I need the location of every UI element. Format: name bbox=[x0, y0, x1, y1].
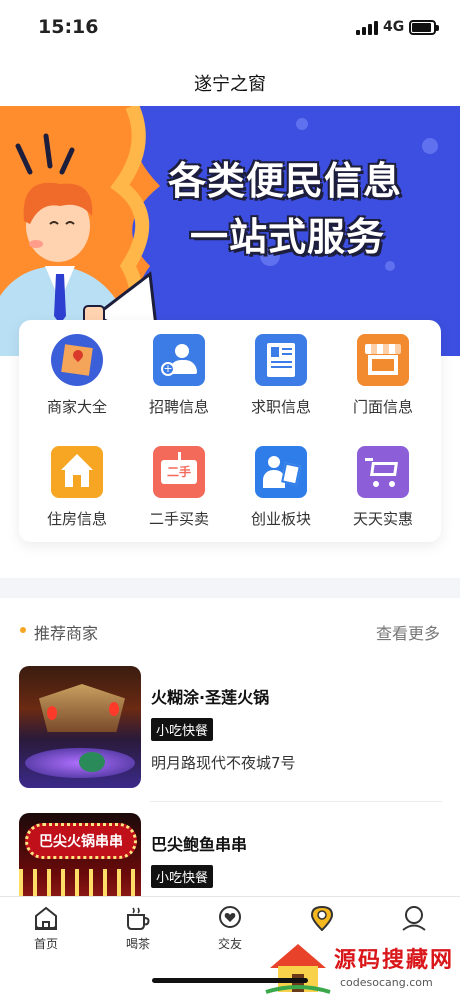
service-housing[interactable]: 住房信息 bbox=[27, 446, 127, 529]
service-label: 求职信息 bbox=[250, 398, 311, 416]
resume-icon bbox=[255, 334, 307, 386]
signal-icon bbox=[356, 21, 378, 35]
home-icon bbox=[32, 905, 60, 931]
entrepreneur-icon bbox=[255, 446, 307, 498]
map-icon bbox=[51, 334, 103, 386]
merchant-name: 巴尖鲍鱼串串 bbox=[151, 835, 248, 854]
watermark: 源码搜藏网 codesocang.com bbox=[262, 938, 460, 996]
storefront-icon bbox=[357, 334, 409, 386]
service-jobs[interactable]: + 招聘信息 bbox=[129, 334, 229, 417]
list-divider bbox=[150, 801, 442, 802]
service-label: 二手买卖 bbox=[148, 510, 209, 528]
heart-chat-icon bbox=[216, 905, 244, 931]
service-merchants[interactable]: 商家大全 bbox=[27, 334, 127, 417]
section-dot bbox=[20, 627, 26, 633]
merchant-card[interactable]: 火糊涂·圣莲火锅 小吃快餐 明月路现代不夜城7号 bbox=[19, 666, 441, 790]
watermark-url: codesocang.com bbox=[340, 976, 433, 989]
battery-icon bbox=[409, 20, 439, 35]
promo-banner[interactable]: 各类便民信息 一站式服务 bbox=[0, 106, 460, 356]
tab-label: 首页 bbox=[33, 937, 58, 951]
house-logo-icon bbox=[265, 944, 331, 994]
service-grid: 商家大全 + 招聘信息 求职信息 门面信息 住房信息 二手 二手买卖 创业板块 … bbox=[19, 320, 441, 542]
service-secondhand[interactable]: 二手 二手买卖 bbox=[129, 446, 229, 529]
banner-subheadline: 一站式服务 bbox=[190, 215, 386, 259]
service-label: 商家大全 bbox=[46, 398, 107, 416]
watermark-text: 源码搜藏网 bbox=[334, 948, 455, 973]
status-bar: 15:16 4G bbox=[0, 0, 460, 58]
service-label: 住房信息 bbox=[46, 510, 107, 528]
merchant-category-tag: 小吃快餐 bbox=[151, 865, 214, 888]
page-title: 遂宁之窗 bbox=[194, 74, 266, 95]
tab-nearby[interactable] bbox=[276, 905, 368, 935]
location-pin-icon bbox=[308, 905, 336, 932]
tab-label: 喝茶 bbox=[125, 937, 150, 951]
people-icon: + bbox=[153, 334, 205, 386]
status-time: 15:16 bbox=[38, 16, 99, 38]
service-label: 创业板块 bbox=[250, 510, 311, 528]
service-entrepreneur[interactable]: 创业板块 bbox=[231, 446, 331, 529]
tab-profile[interactable] bbox=[368, 905, 460, 935]
house-icon bbox=[51, 446, 103, 498]
service-label: 招聘信息 bbox=[148, 398, 209, 416]
merchant-sign-text: 巴尖火锅串串 bbox=[39, 834, 123, 850]
section-title: 推荐商家 bbox=[34, 624, 99, 643]
secondhand-sign-icon: 二手 bbox=[153, 446, 205, 498]
merchant-address: 明月路现代不夜城7号 bbox=[151, 754, 296, 772]
service-storefronts[interactable]: 门面信息 bbox=[333, 334, 433, 417]
service-label: 门面信息 bbox=[352, 398, 413, 416]
merchant-name: 火糊涂·圣莲火锅 bbox=[151, 688, 270, 707]
tea-cup-icon bbox=[124, 905, 152, 931]
service-label: 天天实惠 bbox=[352, 510, 413, 528]
shopping-cart-icon bbox=[357, 446, 409, 498]
view-more-link[interactable]: 查看更多 bbox=[376, 620, 440, 644]
profile-icon bbox=[400, 905, 428, 931]
service-resumes[interactable]: 求职信息 bbox=[231, 334, 331, 417]
service-deals[interactable]: 天天实惠 bbox=[333, 446, 433, 529]
merchant-photo bbox=[19, 666, 141, 788]
merchant-category-tag: 小吃快餐 bbox=[151, 718, 214, 741]
home-indicator bbox=[152, 978, 308, 983]
tab-tea[interactable]: 喝茶 bbox=[92, 905, 184, 952]
network-type: 4G bbox=[383, 19, 405, 35]
tab-home[interactable]: 首页 bbox=[0, 905, 92, 952]
section-divider bbox=[0, 578, 460, 598]
banner-headline: 各类便民信息 bbox=[168, 159, 403, 203]
